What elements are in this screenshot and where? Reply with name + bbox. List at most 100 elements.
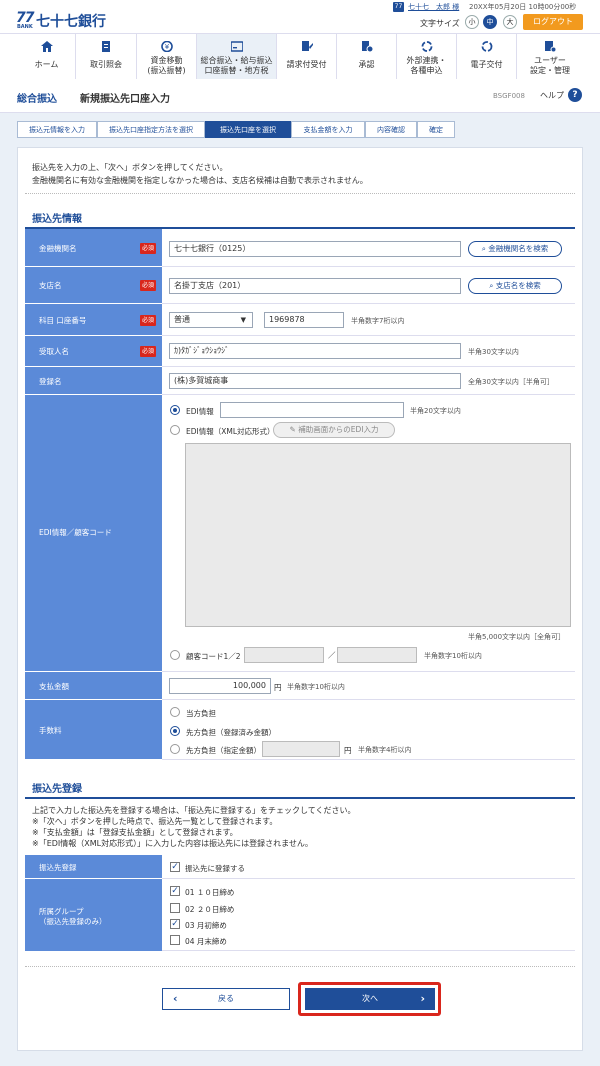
fee-ours-label: 当方負担 (186, 709, 216, 718)
nav-label: 承認 (358, 60, 375, 69)
nav-inquiry[interactable]: 取引照会 (76, 34, 137, 80)
next-button[interactable]: 次へ › (305, 988, 435, 1010)
required-badge: 必須 (140, 280, 156, 291)
reg-name-label-cell: 登録名 (25, 367, 162, 395)
edi-xml-textarea[interactable] (185, 443, 571, 627)
nav-e-delivery[interactable]: 電子交付 (457, 34, 517, 80)
group-04-checkbox[interactable] (170, 935, 180, 945)
nav-label: ホーム (34, 60, 59, 69)
registration-note-4: ※「EDI情報（XML対応形式）」に入力した内容は振込先には登録されません。 (32, 839, 313, 848)
registration-note-1: 上記で入力した振込先を登録する場合は、「振込先に登録する」をチェックしてください… (32, 806, 356, 815)
branch-name-input[interactable]: 名掛丁支店（201） (169, 278, 461, 294)
section-title-payee: 振込先情報 (32, 214, 82, 225)
bank-label-cell: 金融機関名 必須 (25, 229, 162, 267)
edi-option-label: EDI情報 (186, 407, 214, 416)
reg-name-input[interactable]: (株)多賀城商事 (169, 373, 461, 389)
register-checkbox[interactable]: ✓ (170, 862, 180, 872)
required-badge: 必須 (140, 243, 156, 254)
header-bar: 77 BANK 七十七銀行 77 七十七 太郎 様 20XX年05月20日 10… (0, 0, 600, 33)
nav-bulk-transfer[interactable]: 総合振込・給与振込 口座振替・地方税 (197, 34, 277, 80)
back-button[interactable]: ‹ 戻る (162, 988, 290, 1010)
edi-xml-option-label: EDI情報（XML対応形式） (186, 427, 275, 436)
bank-logo-name: 七十七銀行 (36, 14, 106, 30)
customer-code-label: 顧客コード1／2 (186, 652, 241, 661)
fee-amount-input[interactable] (262, 741, 340, 757)
home-icon (40, 41, 53, 52)
account-number-input[interactable]: 1969878 (264, 312, 344, 328)
branch-search-label: 支店名を検索 (495, 281, 541, 290)
account-label: 科目 口座番号 (39, 316, 87, 325)
search-icon: ⌕ (489, 281, 496, 290)
user-badge-icon: 77 (393, 2, 404, 12)
main-nav: ホーム 取引照会 ¥ 資金移動 (振込振替) 総合振込・給与振込 口座振替・地方… (0, 33, 600, 80)
fee-theirs-registered-radio[interactable] (170, 726, 180, 736)
customer-code-1-input[interactable] (244, 647, 324, 663)
nav-home[interactable]: ホーム (18, 34, 76, 80)
help-link[interactable]: ヘルプ (540, 90, 564, 101)
customer-code-radio[interactable] (170, 650, 180, 660)
edi-helper-label: 補助画面からのEDI入力 (298, 425, 379, 434)
nav-label: 総合振込・給与振込 口座振替・地方税 (200, 56, 273, 75)
edi-helper-button[interactable]: ✎ 補助画面からのEDI入力 (273, 422, 395, 438)
chevron-right-icon: › (420, 992, 425, 1005)
payee-name-input[interactable]: ｶ)ﾀｶﾞｼﾞｮｳｼｮｳｼﾞ (169, 343, 461, 359)
edi-radio[interactable] (170, 405, 180, 415)
amount-input[interactable]: 100,000 (169, 678, 271, 694)
edi-xml-radio[interactable] (170, 425, 180, 435)
group-01-checkbox[interactable]: ✓ (170, 886, 180, 896)
nav-external[interactable]: 外部連携・ 各種申込 (397, 34, 457, 80)
group-01-label: 01 １０日締め (185, 888, 235, 897)
fee-ours-radio[interactable] (170, 707, 180, 717)
payee-label: 受取人名 (39, 347, 69, 356)
document-icon (102, 41, 110, 52)
customer-code-separator: ／ (328, 651, 336, 660)
intro-text-2: 金融機関名に有効な金融機関を指定しなかった場合は、支店名候補は自動で表示されませ… (32, 176, 368, 185)
required-badge: 必須 (140, 346, 156, 357)
edi-input[interactable] (220, 402, 404, 418)
bank-logo-sub: BANK (17, 24, 33, 30)
divider (25, 193, 575, 194)
fee-theirs-specified-radio[interactable] (170, 744, 180, 754)
customer-code-2-input[interactable] (337, 647, 417, 663)
branch-search-button[interactable]: ⌕ 支店名を検索 (468, 278, 562, 294)
chevron-left-icon: ‹ (173, 992, 178, 1005)
approve-icon (361, 41, 373, 52)
account-label-cell: 科目 口座番号 必須 (25, 304, 162, 336)
account-type-select[interactable]: 普通 ▼ (169, 312, 253, 328)
user-name-link[interactable]: 七十七 太郎 様 (408, 2, 459, 12)
reg-name-label: 登録名 (39, 377, 62, 386)
help-icon[interactable]: ? (568, 88, 582, 102)
svg-text:¥: ¥ (164, 43, 169, 51)
bank-label: 金融機関名 (39, 244, 77, 253)
user-settings-icon (545, 41, 556, 52)
amount-label-cell: 支払金額 (25, 672, 162, 700)
payee-hint: 半角30文字以内 (468, 348, 519, 356)
step-method: 振込先口座指定方法を選択 (97, 121, 205, 138)
edi-textarea-hint: 半角5,000文字以内［全角可］ (468, 633, 566, 641)
branch-label: 支店名 (39, 281, 62, 290)
bank-name-input[interactable]: 七十七銀行（0125） (169, 241, 461, 257)
group-03-checkbox[interactable]: ✓ (170, 919, 180, 929)
nav-request[interactable]: 請求付受付 (277, 34, 337, 80)
bank-search-label: 金融機関名を検索 (488, 244, 549, 253)
font-size-medium-button[interactable]: 中 (483, 15, 497, 29)
font-size-large-button[interactable]: 大 (503, 15, 517, 29)
money-icon: ¥ (160, 41, 173, 52)
branch-label-cell: 支店名 必須 (25, 267, 162, 304)
logout-button[interactable]: ログアウト (523, 14, 583, 30)
step-complete: 確定 (417, 121, 455, 138)
group-02-checkbox[interactable] (170, 903, 180, 913)
nav-approve[interactable]: 承認 (337, 34, 397, 80)
amount-label: 支払金額 (39, 682, 69, 691)
edi-hint: 半角20文字以内 (410, 407, 461, 415)
group-04-label: 04 月末締め (185, 937, 227, 946)
nav-label: 請求付受付 (286, 60, 327, 69)
bank-search-button[interactable]: ⌕ 金融機関名を検索 (468, 241, 562, 257)
nav-user-settings[interactable]: ユーザー 設定・管理 (517, 34, 583, 80)
font-size-small-button[interactable]: 小 (465, 15, 479, 29)
nav-transfer[interactable]: ¥ 資金移動 (振込振替) (137, 34, 197, 80)
screen-code: BSGF008 (493, 92, 525, 100)
register-label-cell: 振込先登録 (25, 855, 162, 879)
nav-label: 外部連携・ 各種申込 (406, 56, 447, 75)
nav-label: 電子交付 (470, 60, 503, 69)
